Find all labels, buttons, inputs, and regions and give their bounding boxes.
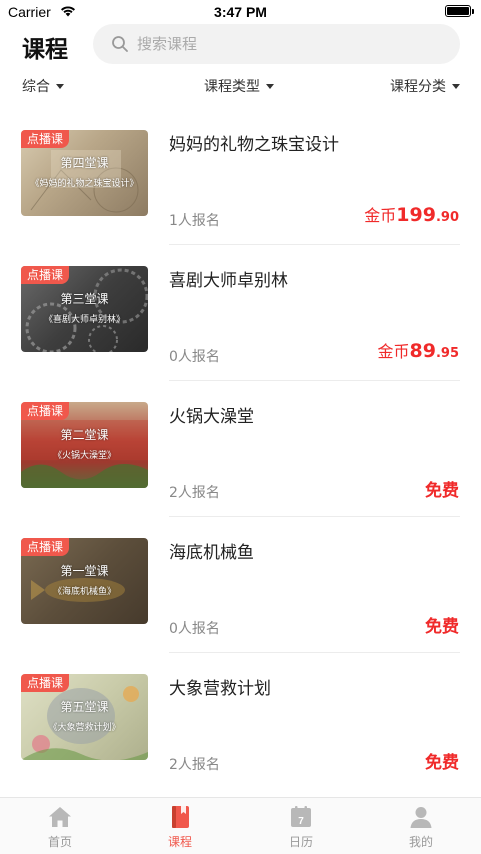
divider — [169, 516, 460, 517]
course-item[interactable]: 第四堂课 《妈妈的礼物之珠宝设计》 点播课 妈妈的礼物之珠宝设计 1人报名 金币… — [0, 130, 481, 266]
on-demand-badge: 点播课 — [21, 402, 70, 420]
filter-course-type[interactable]: 课程类型 — [204, 76, 274, 96]
caret-down-icon — [452, 83, 460, 89]
thumbnail-subtitle: 《火锅大澡堂》 — [52, 451, 116, 461]
divider — [169, 380, 460, 381]
course-price: 金币89.95 — [378, 338, 460, 362]
status-bar: Carrier 3:47 PM — [0, 0, 481, 24]
course-item[interactable]: 第二堂课 《火锅大澡堂》 点播课 火锅大澡堂 2人报名 免费 — [0, 402, 481, 538]
caret-down-icon — [266, 83, 274, 89]
on-demand-badge: 点播课 — [21, 538, 70, 556]
course-title: 喜剧大师卓别林 — [169, 271, 288, 291]
price-decimal: .95 — [435, 346, 459, 361]
thumbnail-lesson: 第四堂课 — [60, 156, 109, 170]
on-demand-badge: 点播课 — [21, 266, 70, 284]
search-bar[interactable] — [93, 24, 460, 64]
on-demand-badge: 点播课 — [21, 674, 70, 692]
tab-courses-label: 课程 — [167, 835, 192, 849]
thumbnail-lesson: 第二堂课 — [60, 428, 109, 442]
filter-course-type-label: 课程类型 — [204, 79, 260, 95]
free-label: 免费 — [425, 753, 459, 773]
enrollment-count: 0人报名 — [169, 349, 220, 365]
price-currency: 金币 — [364, 206, 397, 225]
calendar-day: 7 — [298, 816, 304, 827]
price-integer: 89 — [409, 340, 436, 362]
price-currency: 金币 — [377, 342, 410, 361]
enrollment-count: 1人报名 — [169, 213, 220, 229]
thumbnail-lesson: 第五堂课 — [60, 700, 109, 714]
thumbnail-lesson: 第三堂课 — [60, 292, 109, 306]
thumbnail-subtitle: 《妈妈的礼物之珠宝设计》 — [30, 179, 139, 189]
tab-me[interactable]: 我的 — [391, 804, 451, 852]
battery-icon — [445, 5, 474, 17]
tab-calendar[interactable]: 7 日历 — [271, 804, 331, 852]
course-title: 妈妈的礼物之珠宝设计 — [169, 135, 339, 155]
filter-sort-label: 综合 — [22, 79, 50, 95]
divider — [169, 244, 460, 245]
thumbnail-subtitle: 《大象营救计划》 — [48, 723, 121, 733]
person-icon — [410, 807, 432, 828]
enrollment-count: 0人报名 — [169, 621, 220, 637]
course-item[interactable]: 第一堂课 《海底机械鱼》 点播课 海底机械鱼 0人报名 免费 — [0, 538, 481, 674]
course-title: 大象营救计划 — [169, 679, 271, 699]
course-title: 海底机械鱼 — [169, 543, 254, 563]
thumbnail-subtitle: 《海底机械鱼》 — [52, 587, 116, 597]
course-title: 火锅大澡堂 — [169, 407, 254, 427]
home-icon — [49, 807, 71, 827]
price-integer: 199 — [396, 204, 436, 226]
divider — [169, 652, 460, 653]
filter-bar: 综合 课程类型 课程分类 — [0, 76, 481, 100]
enrollment-count: 2人报名 — [169, 485, 220, 501]
tab-bar: 首页 课程 7 日历 我的 — [0, 797, 481, 854]
caret-down-icon — [56, 83, 64, 89]
tab-calendar-label: 日历 — [288, 835, 313, 849]
calendar-icon: 7 — [291, 806, 311, 827]
book-icon — [172, 806, 189, 828]
on-demand-badge: 点播课 — [21, 130, 70, 148]
course-price: 金币199.90 — [364, 202, 459, 226]
filter-course-category-label: 课程分类 — [390, 79, 446, 95]
tab-home[interactable]: 首页 — [30, 804, 90, 852]
tab-courses[interactable]: 课程 — [150, 804, 210, 852]
search-icon — [112, 36, 128, 52]
free-label: 免费 — [425, 481, 459, 501]
thumbnail-subtitle: 《喜剧大师卓别林》 — [43, 315, 125, 325]
filter-sort[interactable]: 综合 — [22, 76, 64, 96]
status-time: 3:47 PM — [214, 4, 267, 20]
tab-home-label: 首页 — [47, 835, 72, 849]
page-title: 课程 — [22, 37, 68, 63]
course-item[interactable]: 第五堂课 《大象营救计划》 点播课 大象营救计划 2人报名 免费 — [0, 674, 481, 810]
enrollment-count: 2人报名 — [169, 757, 220, 773]
free-label: 免费 — [425, 617, 459, 637]
thumbnail-lesson: 第一堂课 — [60, 564, 109, 578]
course-item[interactable]: 第三堂课 《喜剧大师卓别林》 点播课 喜剧大师卓别林 0人报名 金币89.95 — [0, 266, 481, 402]
tab-me-label: 我的 — [408, 835, 433, 849]
search-input[interactable] — [137, 32, 437, 56]
filter-course-category[interactable]: 课程分类 — [390, 76, 460, 96]
price-decimal: .90 — [435, 210, 459, 225]
